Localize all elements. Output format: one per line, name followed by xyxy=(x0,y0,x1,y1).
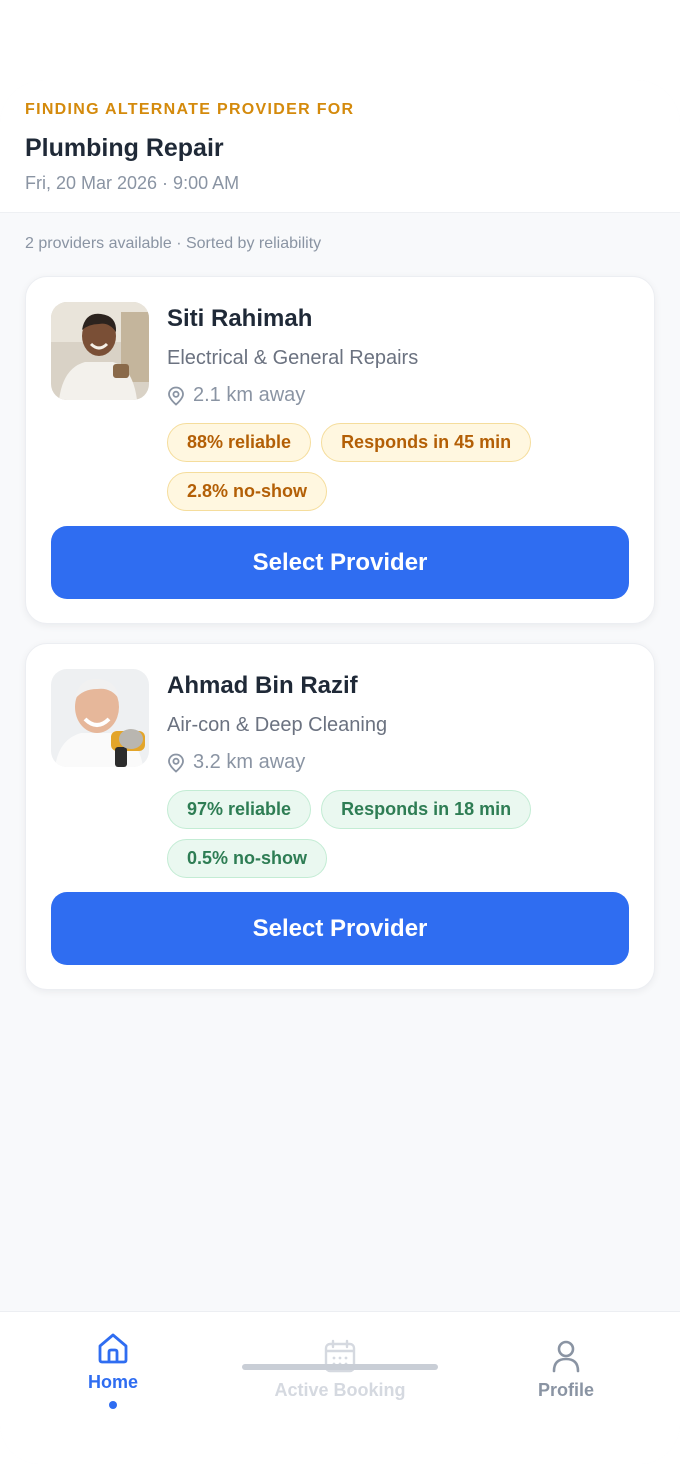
service-title: Plumbing Repair xyxy=(25,134,224,162)
reliability-badge: 88% reliable xyxy=(167,423,312,462)
tab-home[interactable]: Home xyxy=(13,1312,213,1409)
home-icon xyxy=(98,1333,128,1364)
avatar-photo-icon xyxy=(51,302,149,400)
location-pin-icon xyxy=(168,386,184,406)
provider-info: Siti Rahimah Electrical & General Repair… xyxy=(167,305,634,511)
header-eyebrow: FINDING ALTERNATE PROVIDER FOR xyxy=(25,101,355,118)
provider-card: Ahmad Bin Razif Air-con & Deep Cleaning … xyxy=(25,643,655,990)
select-provider-button[interactable]: Select Provider xyxy=(51,526,629,599)
location-pin-icon xyxy=(168,753,184,773)
provider-info: Ahmad Bin Razif Air-con & Deep Cleaning … xyxy=(167,672,634,878)
provider-badges: 88% reliable Responds in 45 min 2.8% no-… xyxy=(167,423,567,511)
avatar-photo-icon xyxy=(51,669,149,767)
tab-profile[interactable]: Profile xyxy=(466,1312,666,1401)
home-indicator xyxy=(242,1364,438,1370)
no-show-badge: 0.5% no-show xyxy=(167,839,328,878)
provider-badges: 97% reliable Responds in 18 min 0.5% no-… xyxy=(167,790,567,878)
provider-distance: 2.1 km away xyxy=(167,384,634,407)
tab-active-booking[interactable]: Active Booking xyxy=(240,1312,440,1401)
provider-distance: 3.2 km away xyxy=(167,751,634,774)
select-provider-button[interactable]: Select Provider xyxy=(51,892,629,965)
provider-card: Siti Rahimah Electrical & General Repair… xyxy=(25,276,655,624)
user-icon xyxy=(552,1340,580,1373)
distance-label: 3.2 km away xyxy=(193,751,306,773)
service-datetime: Fri, 20 Mar 2026 · 9:00 AM xyxy=(25,173,240,193)
response-time-badge: Responds in 18 min xyxy=(321,790,532,829)
no-show-badge: 2.8% no-show xyxy=(167,472,328,511)
distance-label: 2.1 km away xyxy=(193,384,306,406)
tab-profile-label: Profile xyxy=(537,1380,594,1400)
results-meta: 2 providers available · Sorted by reliab… xyxy=(25,235,322,252)
tab-home-label: Home xyxy=(87,1372,138,1392)
tab-active-booking-label: Active Booking xyxy=(274,1380,406,1400)
provider-name: Ahmad Bin Razif xyxy=(167,672,358,699)
provider-specialty: Air-con & Deep Cleaning xyxy=(167,714,388,736)
provider-specialty: Electrical & General Repairs xyxy=(167,347,419,369)
provider-avatar xyxy=(51,669,149,767)
active-tab-indicator xyxy=(109,1401,117,1409)
reliability-badge: 97% reliable xyxy=(167,790,312,829)
app-screen: FINDING ALTERNATE PROVIDER FOR Plumbing … xyxy=(0,80,680,1464)
provider-name: Siti Rahimah xyxy=(167,305,313,332)
page-header: FINDING ALTERNATE PROVIDER FOR Plumbing … xyxy=(0,80,680,213)
provider-avatar xyxy=(51,302,149,400)
response-time-badge: Responds in 45 min xyxy=(321,423,532,462)
bottom-tab-bar: Home Active Booking Profile xyxy=(0,1311,680,1464)
